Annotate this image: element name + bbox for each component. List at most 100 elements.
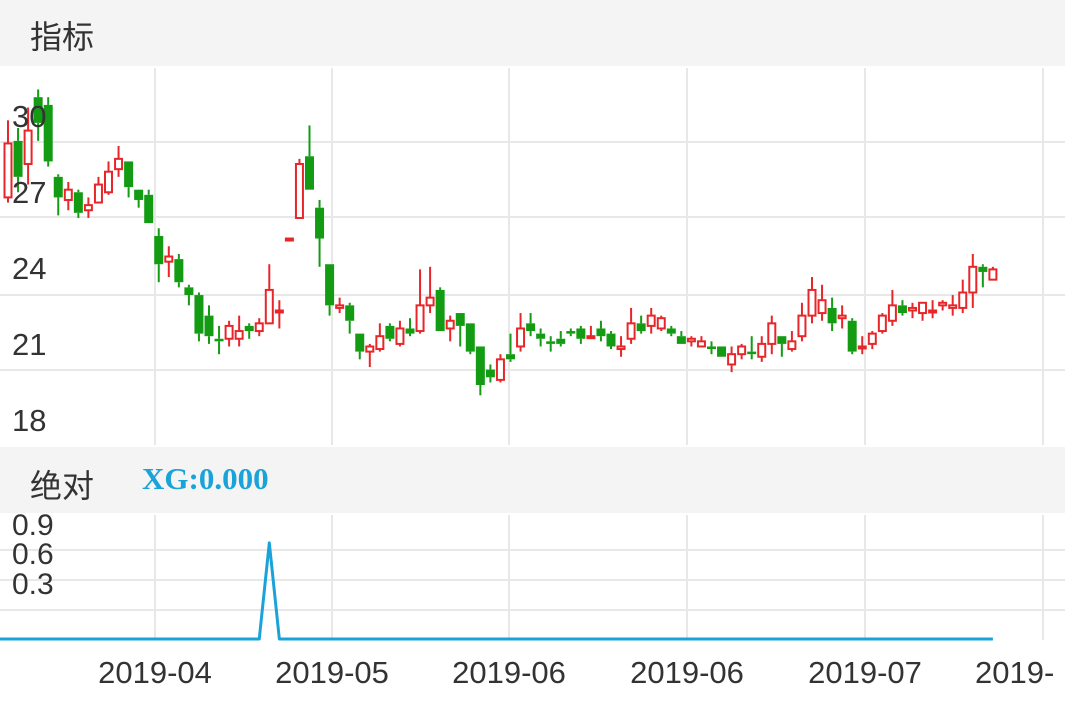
candle — [294, 158, 304, 219]
candle-body — [445, 319, 455, 330]
candle-body — [787, 340, 797, 351]
x-tick-label: 2019-06 — [452, 655, 566, 690]
candle-body — [385, 325, 395, 339]
candle — [757, 336, 767, 362]
candle — [485, 364, 495, 383]
candle — [475, 346, 485, 396]
candle — [747, 336, 757, 360]
candle-body — [365, 345, 375, 353]
candle — [686, 336, 696, 347]
candle-body — [254, 322, 264, 333]
candle — [837, 305, 847, 329]
candle — [315, 199, 325, 267]
candle-body — [727, 353, 737, 366]
candle — [707, 341, 716, 355]
candle-body — [948, 304, 958, 309]
candle-body — [646, 314, 656, 327]
candle-body — [968, 265, 978, 294]
candle-body — [415, 304, 425, 333]
y-tick-label: 0.3 — [12, 568, 54, 601]
candle-body — [345, 305, 355, 321]
candle — [104, 161, 113, 195]
candle — [365, 343, 375, 368]
candle-body — [214, 338, 224, 342]
candle-body — [767, 322, 777, 345]
candle — [908, 302, 917, 319]
candle-body — [475, 346, 485, 386]
candle-body — [817, 299, 827, 315]
x-tick-label: 2019-05 — [275, 655, 389, 690]
stock-chart: 30272421180.90.60.32019-04 2019-05 2019-06… — [0, 68, 1065, 690]
candle-body — [164, 255, 174, 263]
candle-body — [284, 237, 294, 242]
candle-body — [918, 301, 928, 315]
candle-body — [908, 306, 917, 312]
candle — [234, 315, 244, 347]
candle-body — [425, 296, 435, 307]
candle-body — [495, 358, 505, 381]
candle — [536, 328, 546, 347]
candle — [526, 313, 536, 337]
candle — [395, 320, 405, 347]
candle-body — [154, 235, 164, 265]
candle-body — [485, 369, 495, 378]
candle-body — [375, 335, 385, 351]
candle-body — [3, 142, 13, 199]
candle — [978, 264, 988, 288]
axis-labels: 30272421180.90.60.32019-04 2019-05 2019-06… — [12, 99, 1054, 690]
candle-body — [144, 194, 154, 224]
candle-body — [596, 328, 606, 337]
candle-body — [887, 304, 897, 322]
candle — [335, 297, 345, 314]
candle — [897, 300, 907, 316]
candle — [435, 287, 445, 332]
candle-body — [526, 323, 536, 332]
candle — [53, 174, 63, 216]
candle — [676, 331, 686, 344]
candle — [124, 161, 134, 198]
candle-body — [897, 305, 907, 314]
candle-body — [857, 345, 867, 350]
candle-body — [234, 330, 244, 340]
candle-body — [626, 322, 636, 340]
y-tick-label: 30 — [12, 99, 46, 134]
candle-body — [134, 189, 144, 200]
candle-body — [576, 328, 586, 339]
x-tick-label: 2019- — [975, 655, 1054, 690]
candle-body — [536, 333, 546, 339]
candle-body — [294, 163, 304, 219]
candle — [355, 333, 365, 360]
candle-body — [73, 192, 83, 213]
candle — [83, 197, 93, 218]
candle-body — [325, 264, 335, 306]
candle — [948, 295, 958, 316]
candle — [3, 120, 13, 203]
candle — [375, 323, 385, 352]
y-tick-label: 24 — [12, 251, 46, 286]
candle — [616, 336, 626, 357]
candle-body — [938, 301, 948, 307]
candle — [656, 315, 666, 332]
candle-body — [777, 336, 787, 344]
candle-body — [435, 289, 445, 332]
candle-body — [988, 268, 998, 281]
candle — [284, 237, 294, 242]
candle-body — [827, 307, 837, 324]
candle-body — [757, 342, 767, 358]
candle — [224, 320, 234, 347]
candle-body — [194, 295, 204, 334]
candle — [576, 325, 586, 344]
candle-body — [53, 176, 63, 198]
candle — [214, 325, 224, 355]
candle-body — [877, 314, 887, 333]
candle-body — [556, 338, 566, 344]
candle — [626, 307, 636, 344]
candle — [807, 277, 817, 324]
candle-body — [174, 259, 184, 283]
candle-body — [264, 288, 274, 325]
candle-body — [13, 140, 23, 177]
candle-body — [696, 340, 706, 348]
candle-body — [797, 314, 807, 338]
candle — [566, 328, 576, 337]
candle — [405, 318, 415, 337]
